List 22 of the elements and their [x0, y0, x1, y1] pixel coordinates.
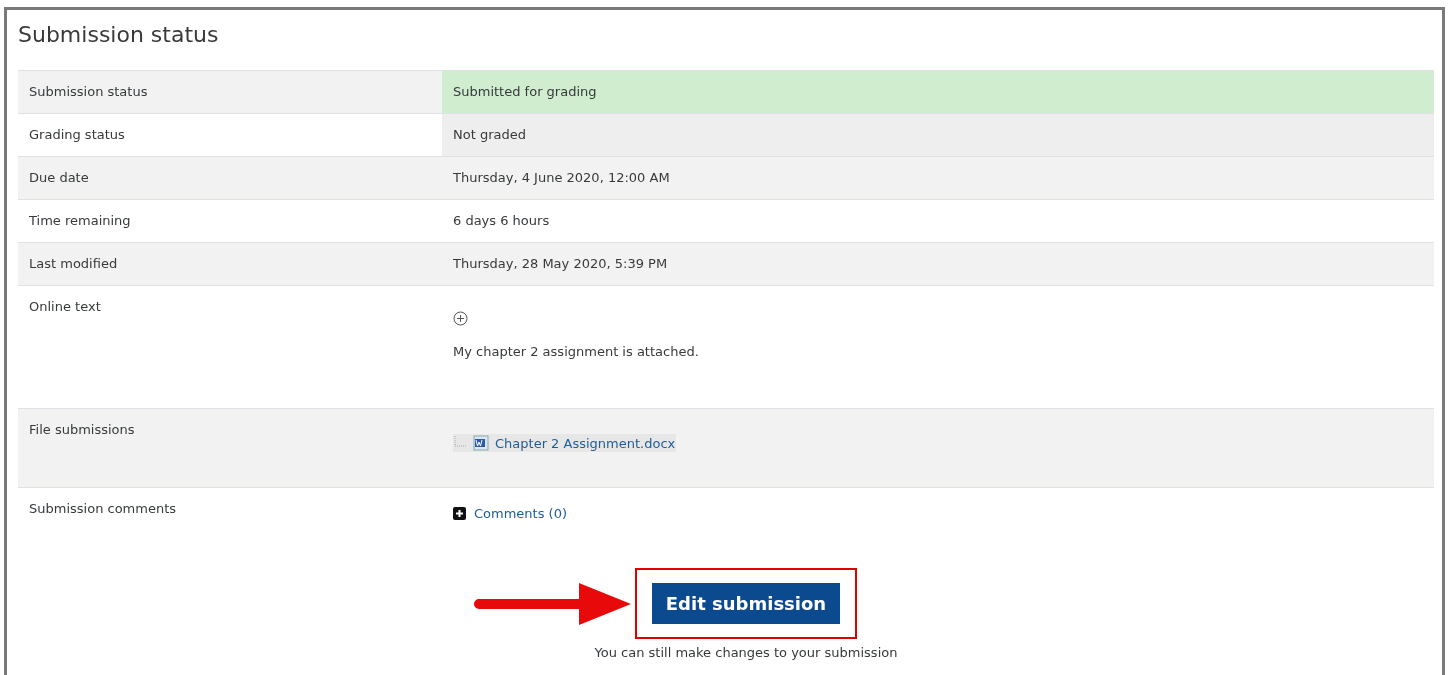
field-label: Time remaining [29, 213, 131, 228]
comments-link[interactable]: Comments (0) [474, 506, 567, 521]
hint-text: You can still make changes to your submission [594, 645, 898, 660]
field-value: Thursday, 4 June 2020, 12:00 AM [453, 170, 670, 185]
field-value: Thursday, 28 May 2020, 5:39 PM [453, 256, 668, 271]
field-label: Online text [29, 299, 101, 314]
expand-icon[interactable] [453, 311, 468, 326]
edit-submission-button[interactable]: Edit submission [651, 583, 841, 624]
field-label: Submission comments [29, 501, 177, 516]
field-label: Last modified [29, 256, 118, 271]
field-value: Not graded [453, 127, 526, 142]
plus-icon[interactable] [453, 507, 466, 520]
field-value: Submitted for grading [453, 84, 597, 99]
page-title: Submission status [18, 21, 220, 49]
field-label: Due date [29, 170, 89, 185]
field-label: File submissions [29, 422, 135, 437]
field-label: Submission status [29, 84, 148, 99]
field-value: 6 days 6 hours [453, 213, 550, 228]
tree-line-icon [453, 436, 467, 450]
online-text: My chapter 2 assignment is attached. [453, 344, 699, 359]
field-label: Grading status [29, 127, 125, 142]
document-icon [473, 435, 489, 451]
